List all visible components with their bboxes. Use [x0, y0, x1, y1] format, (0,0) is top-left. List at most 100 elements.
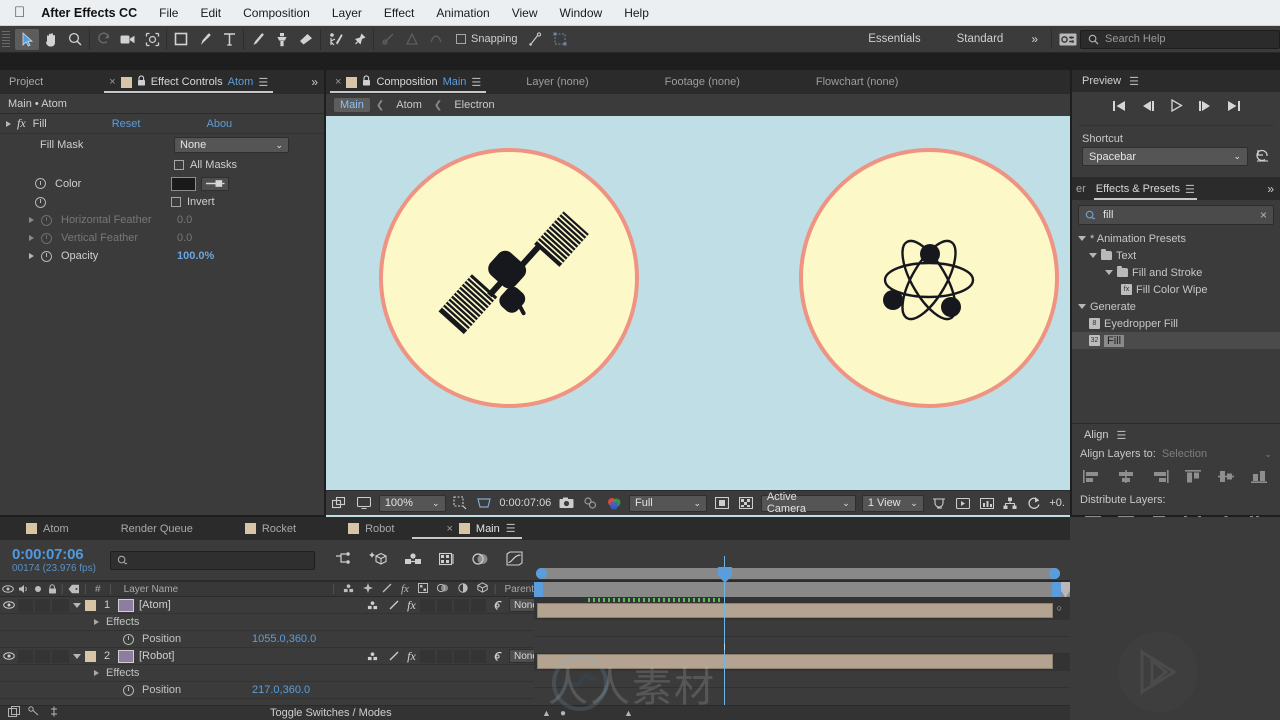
next-frame-button[interactable]: [1198, 100, 1212, 115]
invert-checkbox[interactable]: [171, 197, 181, 207]
tab-partial-hidden[interactable]: er: [1072, 177, 1090, 201]
quality-switch-icon[interactable]: [382, 583, 392, 596]
tab-atom[interactable]: Atom: [0, 517, 81, 540]
search-help-field[interactable]: Search Help: [1080, 29, 1280, 49]
layer-lock-toggle[interactable]: [52, 598, 69, 612]
transform-box-icon[interactable]: [548, 29, 572, 50]
shy-switch-icon[interactable]: [343, 583, 354, 596]
layer-solo-toggle[interactable]: [35, 649, 50, 663]
brush-tool[interactable]: [246, 29, 270, 50]
fill-mask-select[interactable]: None ⌄: [174, 137, 289, 153]
color-stopwatch-icon[interactable]: [35, 178, 46, 189]
fast-previews-icon[interactable]: [954, 495, 972, 512]
position-stopwatch-icon[interactable]: [123, 633, 134, 645]
breadcrumb-item-main[interactable]: Main: [334, 98, 370, 112]
pan-behind-tool[interactable]: [140, 29, 164, 50]
effects-disclosure-icon[interactable]: [94, 670, 99, 676]
invert-stopwatch-icon[interactable]: [35, 196, 46, 208]
clear-search-icon[interactable]: ×: [1260, 208, 1267, 222]
hand-tool[interactable]: [39, 29, 63, 50]
layer-disclosure-icon[interactable]: [73, 653, 81, 659]
rotation-tool[interactable]: [92, 29, 116, 50]
frame-blending-icon[interactable]: [438, 552, 455, 569]
reset-exposure-icon[interactable]: [1025, 495, 1043, 512]
region-preview-icon[interactable]: [713, 495, 731, 512]
roto-brush-tool[interactable]: [323, 29, 347, 50]
pen-tool[interactable]: [193, 29, 217, 50]
new-composition-icon[interactable]: [8, 706, 20, 720]
align-vertical-center-button[interactable]: [1213, 466, 1239, 486]
shape-align-icon[interactable]: [400, 29, 424, 50]
tab-project[interactable]: Project: [0, 70, 52, 94]
effect-header-fill[interactable]: fx Fill Reset Abou: [0, 114, 324, 134]
label-icon[interactable]: [63, 584, 84, 594]
layer-name-column-header[interactable]: Layer Name: [112, 584, 333, 595]
clone-stamp-tool[interactable]: [270, 29, 294, 50]
tab-layer[interactable]: Layer (none): [490, 76, 588, 88]
motion-blur-switch-icon[interactable]: [436, 583, 449, 596]
timeline-work-area-bar[interactable]: [534, 581, 1070, 598]
scroll-down-icon[interactable]: ▲: [624, 708, 633, 718]
shy-switch-icon[interactable]: [359, 651, 385, 661]
play-button[interactable]: [1170, 98, 1183, 115]
last-frame-button[interactable]: [1227, 100, 1241, 115]
parent-column-header[interactable]: Parent: [497, 584, 534, 595]
toolbar-grip[interactable]: [2, 31, 10, 47]
effects-switch-icon[interactable]: fx: [403, 598, 420, 613]
parent-pickwhip-icon[interactable]: [486, 600, 509, 611]
effects-switch-icon[interactable]: fx: [401, 583, 409, 595]
current-time-value[interactable]: 0:00:07:06: [12, 546, 96, 563]
timeline-track-area[interactable]: I ○: [534, 597, 1070, 705]
lock-icon[interactable]: [45, 584, 61, 594]
layer-solo-toggle[interactable]: [35, 598, 50, 612]
tab-flowchart[interactable]: Flowchart (none): [740, 76, 899, 88]
layer-bar-robot[interactable]: [537, 654, 1053, 669]
workspace-standard[interactable]: Standard: [939, 33, 1022, 45]
apple-logo-icon[interactable]: : [14, 5, 25, 20]
shy-switch-icon[interactable]: [359, 600, 385, 610]
layer-visibility-toggle[interactable]: [0, 601, 18, 609]
color-swatch[interactable]: [171, 176, 196, 191]
show-snapshot-icon[interactable]: [581, 495, 599, 512]
comp-flowchart-icon[interactable]: [1002, 495, 1020, 512]
channel-rgb-icon[interactable]: [605, 495, 623, 512]
tab-main[interactable]: × Main ☰: [406, 517, 527, 540]
property-value[interactable]: 217.0,360.0: [252, 684, 310, 696]
frame-blend-switch[interactable]: [420, 649, 435, 663]
frame-blend-switch[interactable]: [420, 598, 435, 612]
snap-guides-icon[interactable]: [524, 29, 548, 50]
expand-panels-icon[interactable]: »: [1259, 182, 1280, 196]
composition-mini-flowchart-icon[interactable]: [335, 551, 352, 569]
menu-item-composition[interactable]: Composition: [243, 6, 310, 20]
type-tool[interactable]: [217, 29, 241, 50]
horizontal-feather-disclosure-icon[interactable]: [29, 217, 34, 223]
horizontal-feather-value[interactable]: 0.0: [177, 214, 192, 226]
motion-blur-switch[interactable]: [437, 649, 452, 663]
tree-folder-fill-and-stroke[interactable]: Fill and Stroke: [1072, 264, 1280, 281]
keyframe-nav-icon[interactable]: I: [720, 643, 729, 652]
parent-pickwhip-icon[interactable]: [486, 651, 509, 662]
three-d-switch[interactable]: [471, 598, 486, 612]
close-icon[interactable]: ×: [109, 76, 115, 88]
timeline-graph-icon[interactable]: [978, 495, 996, 512]
scroll-up-icon[interactable]: ▲: [542, 708, 551, 718]
workspace-essentials[interactable]: Essentials: [850, 33, 938, 45]
layer-lock-toggle[interactable]: [52, 649, 69, 663]
tab-effect-controls[interactable]: × Effect Controls Atom ☰: [100, 70, 277, 94]
exposure-value[interactable]: +0.: [1049, 497, 1065, 509]
view-layout-select[interactable]: 1 View ⌄: [861, 494, 924, 512]
lock-icon[interactable]: [137, 75, 146, 89]
horizontal-feather-stopwatch-icon[interactable]: [41, 214, 52, 226]
breadcrumb-item-electron[interactable]: Electron: [448, 98, 500, 112]
three-d-switch-icon[interactable]: [477, 582, 488, 596]
position-stopwatch-icon[interactable]: [123, 684, 134, 696]
panel-menu-icon[interactable]: ☰: [1116, 429, 1126, 442]
comp-mini-flowchart-icon[interactable]: [28, 706, 40, 720]
layer-audio-toggle[interactable]: [18, 649, 33, 663]
motion-graph-icon[interactable]: [48, 706, 60, 720]
bend-icon[interactable]: [424, 29, 448, 50]
panel-menu-icon[interactable]: ☰: [506, 522, 516, 535]
shape-tool[interactable]: [169, 29, 193, 50]
layer-bar-handle[interactable]: ○: [1057, 603, 1062, 613]
layer-number-column-header[interactable]: #: [87, 584, 109, 595]
